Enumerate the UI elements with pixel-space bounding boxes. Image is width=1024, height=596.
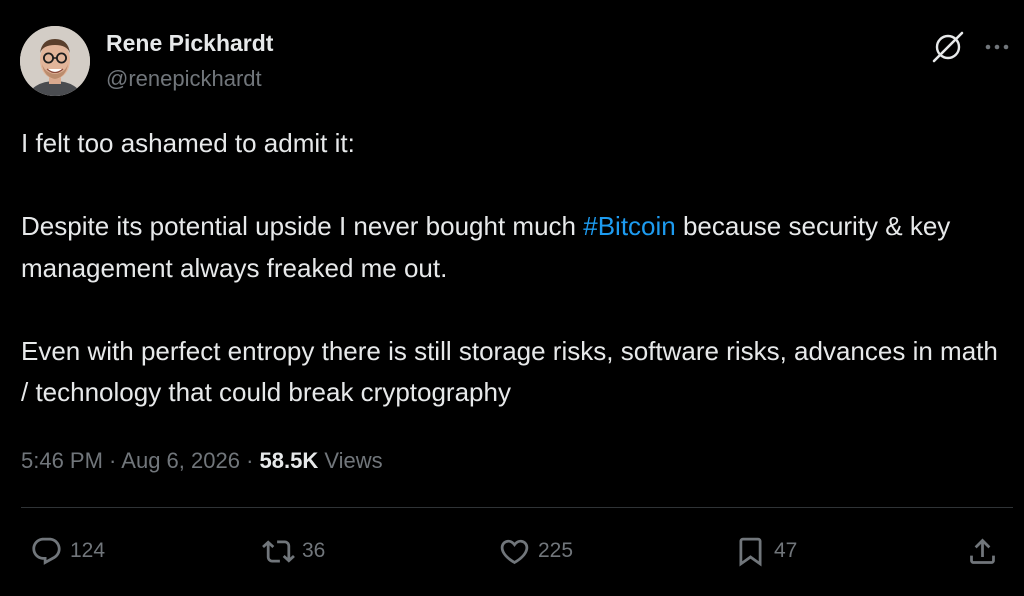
repost-button[interactable]: 36	[262, 533, 325, 569]
tweet-text-line-1: I felt too ashamed to admit it:	[21, 128, 355, 158]
like-icon	[500, 539, 529, 564]
post-time[interactable]: 5:46 PM	[21, 448, 103, 473]
like-button[interactable]: 225	[498, 533, 573, 569]
avatar[interactable]	[20, 26, 90, 96]
tweet-text-paragraph-3: Even with perfect entropy there is still…	[21, 335, 998, 408]
author-handle[interactable]: @renepickhardt	[106, 66, 262, 92]
divider	[21, 507, 1013, 508]
bookmark-button[interactable]: 47	[734, 533, 797, 569]
reply-count: 124	[70, 539, 106, 562]
author-display-name[interactable]: Rene Pickhardt	[106, 30, 273, 57]
like-count: 225	[538, 539, 574, 562]
post-date[interactable]: Aug 6, 2026	[121, 448, 240, 473]
reply-icon	[32, 537, 61, 565]
tweet-meta: 5:46 PM · Aug 6, 2026 · 58.5K Views	[21, 448, 383, 474]
views-count: 58.5K	[259, 448, 319, 473]
share-icon	[970, 538, 995, 564]
reply-button[interactable]: 124	[30, 533, 105, 569]
tweet-text: I felt too ashamed to admit it: Despite …	[21, 123, 1001, 414]
repost-icon	[262, 539, 295, 563]
paragraph-2-before: Despite its potential upside I never bou…	[21, 211, 584, 241]
repost-count: 36	[302, 539, 326, 562]
bookmark-icon	[739, 537, 762, 567]
bookmark-count: 47	[774, 539, 798, 562]
more-options-icon[interactable]	[983, 33, 1011, 61]
avatar-image	[20, 26, 90, 96]
tweet-text-paragraph-2: Despite its potential upside I never bou…	[21, 206, 1001, 289]
share-button[interactable]	[966, 533, 999, 569]
hashtag-link[interactable]: #Bitcoin	[583, 211, 676, 241]
grok-icon[interactable]	[928, 27, 968, 67]
meta-separator: ·	[239, 448, 260, 473]
meta-separator: ·	[102, 448, 122, 473]
views-label: Views	[318, 448, 383, 473]
tweet: Rene Pickhardt @renepickhardt I felt too…	[0, 0, 1024, 596]
